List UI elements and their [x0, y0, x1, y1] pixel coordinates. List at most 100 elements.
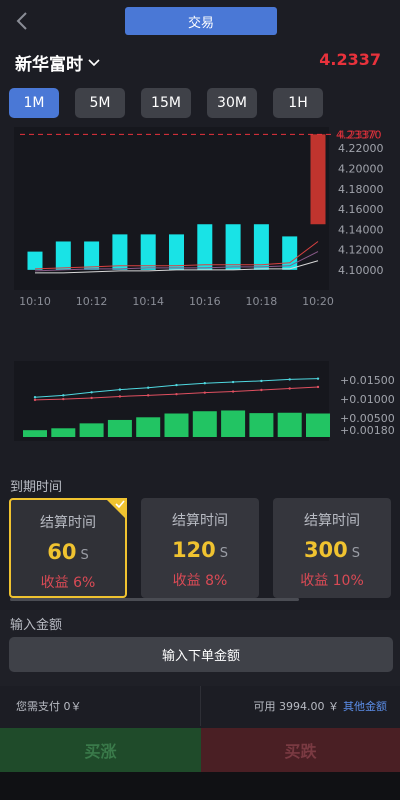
expiry-label: 到期时间 — [10, 480, 63, 495]
indicator-point — [288, 387, 291, 390]
indicator-point — [175, 392, 178, 396]
price-bar — [55, 241, 71, 270]
chevron-down-icon[interactable] — [88, 54, 100, 67]
buy-down-button[interactable]: 买跌 — [201, 728, 400, 772]
x-tick-label: 10:12 — [76, 295, 108, 308]
price-chart[interactable]: 4.22000 4.20000 4.18000 4.16000 4.14000 4.120… — [0, 125, 400, 455]
price-bar — [225, 224, 241, 270]
option-title: 结算时间 — [304, 513, 360, 529]
indicator-point — [231, 380, 235, 384]
indicator-point — [231, 390, 235, 393]
interval-5m[interactable]: 5M — [75, 88, 125, 118]
volume-y-tick-label: +0.01000 — [340, 393, 395, 406]
buy-up-button[interactable]: 买涨 — [0, 728, 201, 772]
indicator-point — [33, 398, 37, 402]
y-tick-label: 4.14000 — [338, 223, 384, 236]
indicator-point — [316, 385, 320, 389]
y-tick-label: 4.20000 — [338, 162, 384, 175]
option-seconds-value: 120 — [171, 538, 216, 562]
option-profit: 收益 6% — [40, 575, 96, 591]
current-price-axis-label-overlap: 4.2337 — [338, 128, 377, 141]
price-bar — [140, 234, 156, 270]
volume-bar — [136, 417, 161, 437]
indicator-point — [260, 379, 263, 383]
price-bar — [169, 234, 184, 270]
bottom-bar — [0, 772, 400, 800]
indicator-point — [147, 394, 150, 397]
option-seconds-unit: S — [80, 548, 89, 563]
trade-tab[interactable]: 交易 — [125, 7, 277, 35]
y-tick-label: 4.16000 — [338, 203, 384, 216]
option-seconds-value: 300 — [303, 538, 348, 562]
price-bar — [27, 251, 43, 270]
indicator-point — [288, 378, 291, 381]
interval-15m[interactable]: 15M — [141, 88, 191, 118]
symbol-row: 新华富时 4.2337 — [0, 44, 400, 78]
volume-bar — [192, 411, 217, 437]
indicator-point — [90, 391, 93, 394]
indicator-point — [33, 396, 37, 399]
available-balance: 可用 3994.00 ￥ 其他金额 — [254, 698, 387, 714]
volume-bar — [277, 412, 302, 437]
option-seconds: 120 S — [141, 538, 259, 562]
amount-label: 输入金额 — [10, 618, 63, 633]
indicator-point — [260, 388, 263, 392]
top-bar: 交易 — [0, 0, 400, 44]
volume-bar — [249, 413, 274, 437]
option-profit: 收益 8% — [172, 573, 228, 589]
indicator-point — [203, 391, 206, 394]
check-icon — [105, 498, 127, 520]
x-tick-label: 10:14 — [132, 295, 164, 308]
volume-bar — [79, 423, 104, 437]
expiry-option-300[interactable]: 结算时间 300 S 收益 10% — [273, 498, 391, 598]
option-seconds: 300 S — [273, 538, 391, 562]
expiry-option-60[interactable]: 结算时间 60 S 收益 6% — [9, 498, 127, 598]
indicator-point — [147, 386, 150, 389]
current-price: 4.2337 — [319, 50, 381, 69]
volume-y-tick-label: +0.00180 — [340, 424, 395, 437]
price-bar — [112, 234, 128, 270]
price-bar — [282, 236, 298, 270]
option-seconds-unit: S — [351, 546, 361, 561]
x-tick-label: 10:10 — [19, 295, 51, 308]
indicator-point — [316, 377, 320, 380]
volume-y-tick-label: +0.01500 — [340, 374, 395, 387]
y-tick-label: 4.22000 — [338, 142, 384, 155]
volume-y-tick-label: +0.00500 — [340, 412, 395, 425]
volume-bar — [107, 419, 132, 437]
volume-bar — [164, 413, 189, 437]
available-text: 可用 3994.00 ￥ — [253, 700, 339, 713]
indicator-point — [62, 394, 65, 397]
volume-bar — [306, 413, 330, 437]
volume-bar — [23, 430, 47, 437]
option-title: 结算时间 — [172, 513, 228, 529]
interval-selector: 1M 5M 15M 30M 1H — [0, 88, 400, 118]
back-icon[interactable] — [12, 10, 34, 32]
option-seconds-value: 60 — [47, 540, 77, 564]
option-profit: 收益 10% — [300, 573, 364, 589]
interval-30m[interactable]: 30M — [207, 88, 257, 118]
volume-bar — [221, 410, 246, 437]
expiry-option-120[interactable]: 结算时间 120 S 收益 8% — [141, 498, 259, 598]
price-bar — [310, 134, 326, 225]
symbol-name[interactable]: 新华富时 — [15, 50, 83, 75]
y-tick-label: 4.10000 — [338, 264, 384, 277]
price-bar — [253, 224, 269, 270]
price-bar — [197, 224, 213, 270]
options-scrollbar[interactable] — [10, 598, 299, 601]
x-tick-label: 10:20 — [302, 295, 334, 308]
volume-bar — [51, 428, 76, 437]
option-seconds: 60 S — [11, 540, 125, 564]
indicator-point — [175, 383, 178, 387]
indicator-point — [62, 397, 65, 401]
payment-summary: 您需支付 0￥ 可用 3994.00 ￥ 其他金额 — [0, 686, 400, 726]
x-tick-label: 10:18 — [246, 295, 278, 308]
price-bar — [84, 241, 100, 270]
interval-1m[interactable]: 1M — [9, 88, 59, 118]
amount-input-button[interactable]: 输入下单金额 — [9, 637, 393, 672]
indicator-point — [203, 381, 206, 385]
y-tick-label: 4.18000 — [338, 183, 384, 196]
x-tick-label: 10:16 — [189, 295, 221, 308]
interval-1h[interactable]: 1H — [273, 88, 323, 118]
other-amount-link[interactable]: 其他金额 — [343, 700, 387, 713]
